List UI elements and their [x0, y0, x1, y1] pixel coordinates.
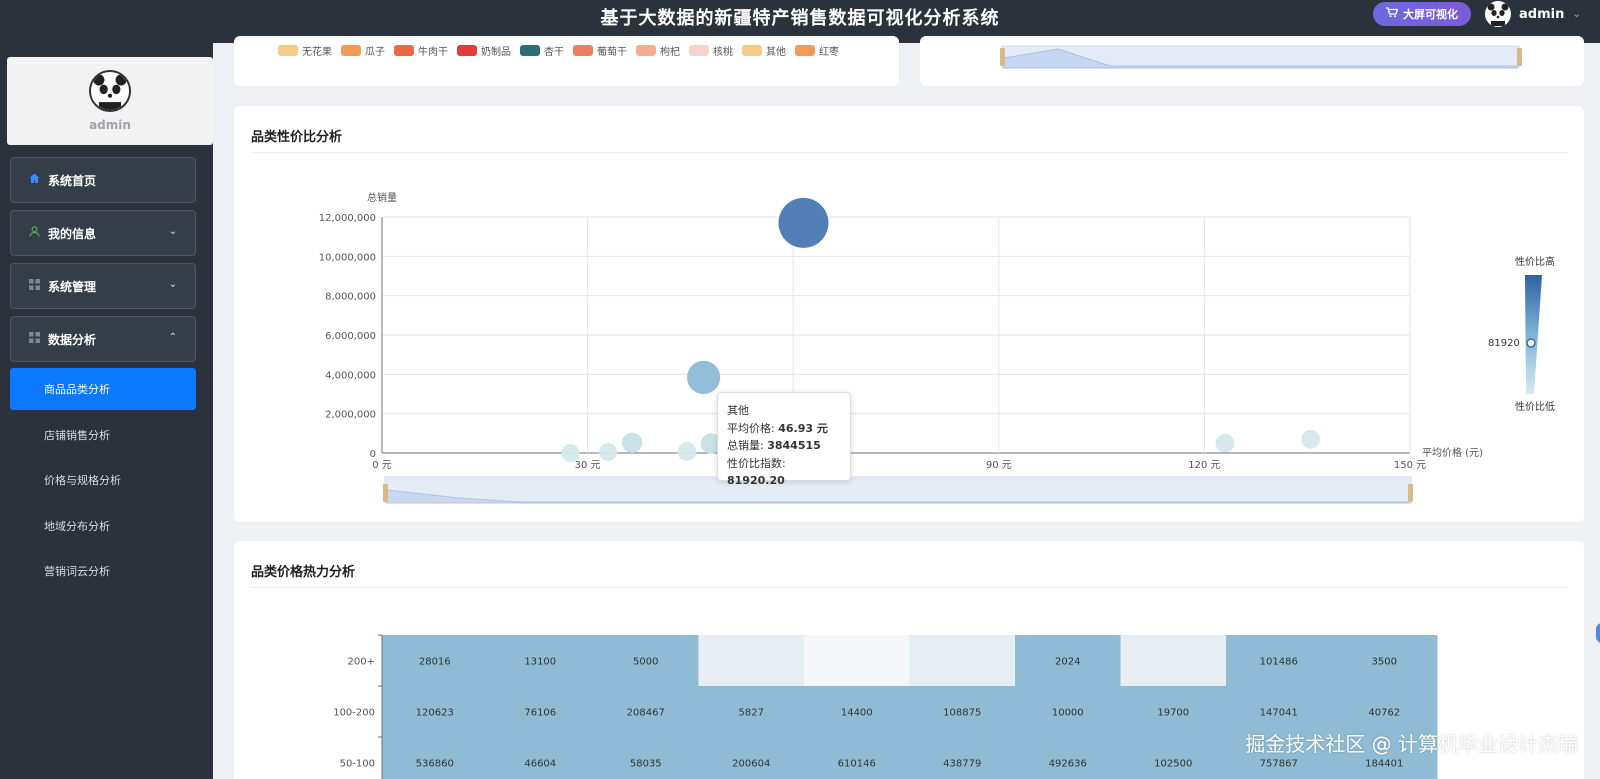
card-title: 品类性价比分析	[251, 130, 343, 145]
datazoom-handle-left[interactable]	[1000, 48, 1005, 66]
chevron-down-icon: ⌄	[168, 226, 177, 237]
legend-swatch	[394, 45, 414, 56]
legend-label: 红枣	[819, 47, 839, 58]
legend-swatch	[689, 45, 709, 56]
tooltip-index: 性价比指数: 81920.20	[727, 456, 786, 488]
legend-item[interactable]: 瓜子	[341, 43, 385, 58]
legend-label: 杏干	[544, 47, 564, 58]
legend-label: 牛肉干	[418, 47, 448, 58]
grid-icon	[29, 279, 40, 293]
menu-item-home[interactable]: 系统首页	[10, 157, 196, 203]
tooltip-sales: 总销量: 3844515	[727, 439, 821, 452]
chevron-down-icon: ⌄	[1572, 8, 1581, 20]
panda-avatar-icon	[1485, 1, 1511, 27]
chart-tooltip: 其他 平均价格: 46.93 元 总销量: 3844515 性价比指数: 819…	[717, 392, 851, 487]
submenu-price-spec[interactable]: 价格与规格分析	[10, 459, 196, 501]
legend-label: 葡萄干	[597, 47, 627, 58]
legend-swatch	[636, 45, 656, 56]
trend-chart-card	[920, 36, 1584, 86]
username: admin	[1519, 6, 1565, 22]
card-title: 品类价格热力分析	[251, 565, 356, 580]
legend-item[interactable]: 红枣	[795, 43, 839, 58]
legend-item[interactable]: 奶制品	[457, 43, 511, 58]
profile-name: admin	[89, 118, 131, 132]
watermark: 掘金技术社区 @ 计算机毕业设计杰瑞	[1245, 732, 1578, 756]
category-pie-card: 无花果 瓜子 牛肉干 奶制品 杏干 葡萄干 枸杞 核桃 其他 红枣	[234, 36, 899, 86]
app-title: 基于大数据的新疆特产销售数据可视化分析系统	[600, 8, 1000, 29]
submenu-wordcloud[interactable]: 营销词云分析	[10, 550, 196, 592]
user-menu[interactable]: admin ⌄	[1485, 1, 1581, 27]
menu-item-label: 系统首页	[48, 173, 97, 188]
legend-swatch	[341, 45, 361, 56]
panda-avatar-icon	[89, 70, 131, 112]
legend-label: 其他	[766, 47, 786, 58]
legend-item[interactable]: 葡萄干	[573, 43, 627, 58]
datazoom-handle-right[interactable]	[1517, 48, 1522, 66]
legend-label: 瓜子	[365, 47, 385, 58]
chevron-up-icon: ⌃	[168, 332, 177, 343]
divider	[251, 152, 1567, 153]
cart-icon	[1386, 7, 1399, 21]
menu-item-label: 数据分析	[48, 332, 97, 347]
menu-item-data-analysis[interactable]: 数据分析 ⌃	[10, 316, 196, 362]
chart-legend: 无花果 瓜子 牛肉干 奶制品 杏干 葡萄干 枸杞 核桃 其他 红枣	[278, 43, 839, 58]
legend-label: 核桃	[713, 47, 733, 58]
submenu-region[interactable]: 地域分布分析	[10, 505, 196, 547]
legend-swatch	[795, 45, 815, 56]
legend-item[interactable]: 核桃	[689, 43, 733, 58]
chevron-down-icon: ⌄	[168, 279, 177, 290]
menu-item-label: 我的信息	[48, 226, 97, 241]
tooltip-name: 其他	[727, 404, 749, 417]
legend-item[interactable]: 枸杞	[636, 43, 680, 58]
profile-card: admin	[7, 57, 213, 145]
divider	[251, 587, 1567, 588]
grid-icon	[29, 332, 40, 346]
menu-item-my-info[interactable]: 我的信息 ⌄	[10, 210, 196, 256]
bigscreen-label: 大屏可视化	[1403, 8, 1458, 21]
scatter-chart-card: 品类性价比分析	[234, 106, 1584, 522]
legend-label: 枸杞	[660, 47, 680, 58]
submenu-category-analysis[interactable]: 商品品类分析	[10, 368, 196, 410]
user-icon	[29, 226, 40, 240]
legend-item[interactable]: 无花果	[278, 43, 332, 58]
menu-item-system[interactable]: 系统管理 ⌄	[10, 263, 196, 309]
floating-button[interactable]	[1596, 623, 1600, 643]
datazoom-slider[interactable]	[920, 36, 1584, 86]
legend-swatch	[520, 45, 540, 56]
submenu-shop-sales[interactable]: 店铺销售分析	[10, 414, 196, 456]
home-icon	[29, 173, 40, 187]
sidebar: admin 系统首页 我的信息 ⌄ 系统管理 ⌄ 数据分析 ⌃ 商品品类分析 店…	[0, 43, 213, 779]
legend-item[interactable]: 杏干	[520, 43, 564, 58]
legend-swatch	[573, 45, 593, 56]
legend-label: 无花果	[302, 47, 332, 58]
legend-item[interactable]: 牛肉干	[394, 43, 448, 58]
legend-label: 奶制品	[481, 47, 511, 58]
legend-item[interactable]: 其他	[742, 43, 786, 58]
legend-swatch	[457, 45, 477, 56]
tooltip-avg-price: 平均价格: 46.93 元	[727, 421, 828, 435]
bigscreen-button[interactable]: 大屏可视化	[1373, 2, 1471, 26]
legend-swatch	[278, 45, 298, 56]
legend-swatch	[742, 45, 762, 56]
menu-item-label: 系统管理	[48, 279, 97, 294]
